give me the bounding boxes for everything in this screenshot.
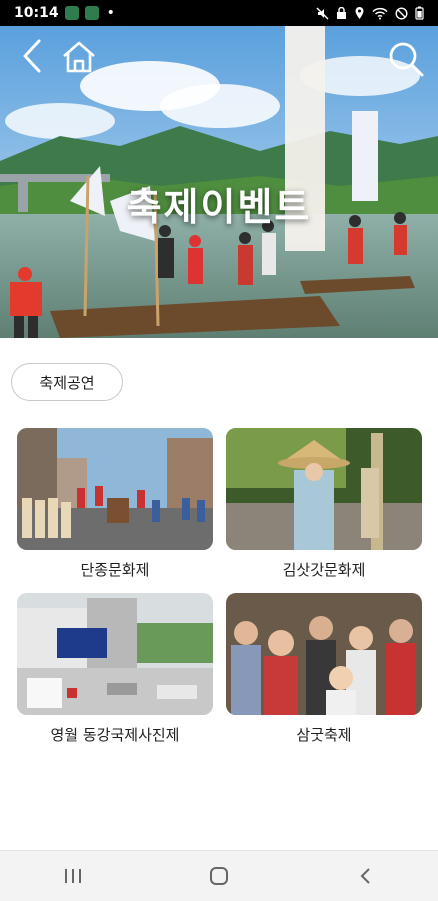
home-nav-button[interactable] xyxy=(189,856,249,896)
wifi-icon xyxy=(372,7,388,19)
festival-card[interactable]: 단종문화제 xyxy=(17,428,213,580)
status-bar: 10:14 • xyxy=(0,0,438,26)
app-notification-icon xyxy=(64,6,79,20)
festival-thumbnail xyxy=(17,428,213,550)
hero-banner: 축제이벤트 xyxy=(0,26,438,338)
status-dot: • xyxy=(106,5,115,21)
recent-apps-button[interactable] xyxy=(43,856,103,896)
battery-icon xyxy=(415,6,424,20)
festival-card[interactable]: 영월 동강국제사진제 xyxy=(17,593,213,745)
page-title: 축제이벤트 xyxy=(126,185,312,229)
back-nav-button[interactable] xyxy=(335,856,395,896)
festival-name: 삼굿축제 xyxy=(296,726,352,744)
category-chip[interactable]: 축제공연 xyxy=(11,363,123,401)
search-button[interactable] xyxy=(386,40,426,82)
back-button[interactable] xyxy=(20,38,44,78)
app-notification-icon xyxy=(84,6,99,20)
festival-thumbnail xyxy=(226,428,422,550)
back-icon xyxy=(360,868,370,884)
lock-icon xyxy=(337,6,346,19)
recent-apps-icon xyxy=(65,869,81,883)
festival-thumbnail xyxy=(226,593,422,715)
dnd-icon xyxy=(395,6,408,20)
home-circle-icon xyxy=(210,867,228,885)
home-button[interactable] xyxy=(60,40,98,78)
system-nav-bar xyxy=(0,850,438,901)
festival-name: 단종문화제 xyxy=(80,561,150,579)
festival-name: 김삿갓문화제 xyxy=(282,561,366,579)
mute-icon xyxy=(316,6,329,20)
festival-card[interactable]: 김삿갓문화제 xyxy=(226,428,422,580)
status-icons xyxy=(316,6,424,20)
festival-thumbnail xyxy=(17,593,213,715)
home-icon xyxy=(63,41,95,73)
status-time: 10:14 xyxy=(14,5,59,21)
search-icon xyxy=(389,42,424,77)
location-icon xyxy=(355,7,364,19)
festival-card[interactable]: 삼굿축제 xyxy=(226,593,422,745)
chevron-left-icon xyxy=(23,39,41,73)
festival-name: 영월 동강국제사진제 xyxy=(50,726,180,744)
